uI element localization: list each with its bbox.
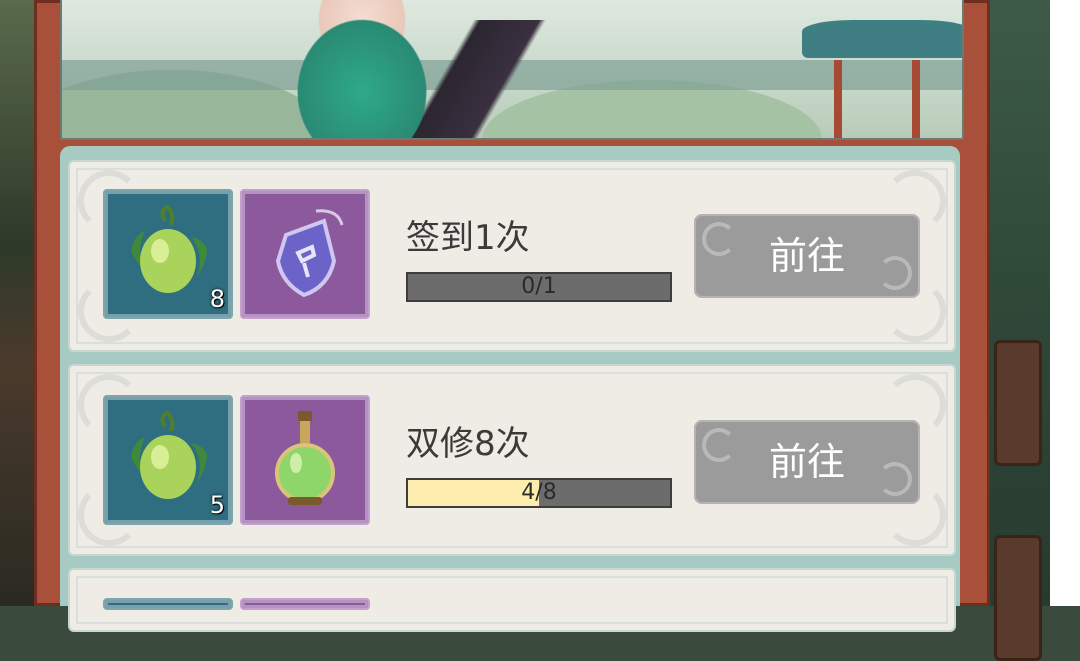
progress-text: 0/1 [521, 274, 557, 299]
goto-button[interactable]: 前往 [694, 420, 920, 504]
pavilion-roof [802, 20, 962, 58]
goto-button-label: 前往 [768, 440, 845, 484]
reward-count: 5 [209, 491, 225, 519]
pavilion-pillar [912, 60, 920, 138]
reward-slot-potion[interactable] [240, 395, 370, 525]
progress-text: 4/8 [521, 480, 557, 505]
cloud-swirl-icon [878, 256, 912, 290]
pavilion-pillar [834, 60, 842, 138]
cloud-swirl-icon [702, 222, 736, 256]
reward-count: 8 [209, 285, 225, 313]
task-title: 签到1次 [406, 218, 530, 258]
cloud-swirl-icon [878, 462, 912, 496]
reward-slot-partial [103, 598, 233, 610]
purple-token-icon [275, 209, 344, 298]
green-potion-icon [275, 411, 335, 505]
background-scenery-right [990, 0, 1050, 661]
goto-button-label: 前往 [768, 234, 845, 278]
character-banner [60, 0, 964, 140]
screen-edge [1050, 0, 1080, 606]
reward-slot-partial [240, 598, 370, 610]
character-illustration [262, 0, 462, 138]
task-title: 双修8次 [406, 424, 530, 464]
cloud-swirl-icon [702, 428, 736, 462]
task-progress-bar: 0/1 [406, 272, 672, 302]
task-progress-bar: 4/8 [406, 478, 672, 508]
wall-brick [994, 535, 1042, 661]
reward-slot-fruit[interactable]: 5 [103, 395, 233, 525]
reward-slot-token[interactable] [240, 189, 370, 319]
wall-brick [994, 340, 1042, 466]
goto-button[interactable]: 前往 [694, 214, 920, 298]
reward-slot-fruit[interactable]: 8 [103, 189, 233, 319]
